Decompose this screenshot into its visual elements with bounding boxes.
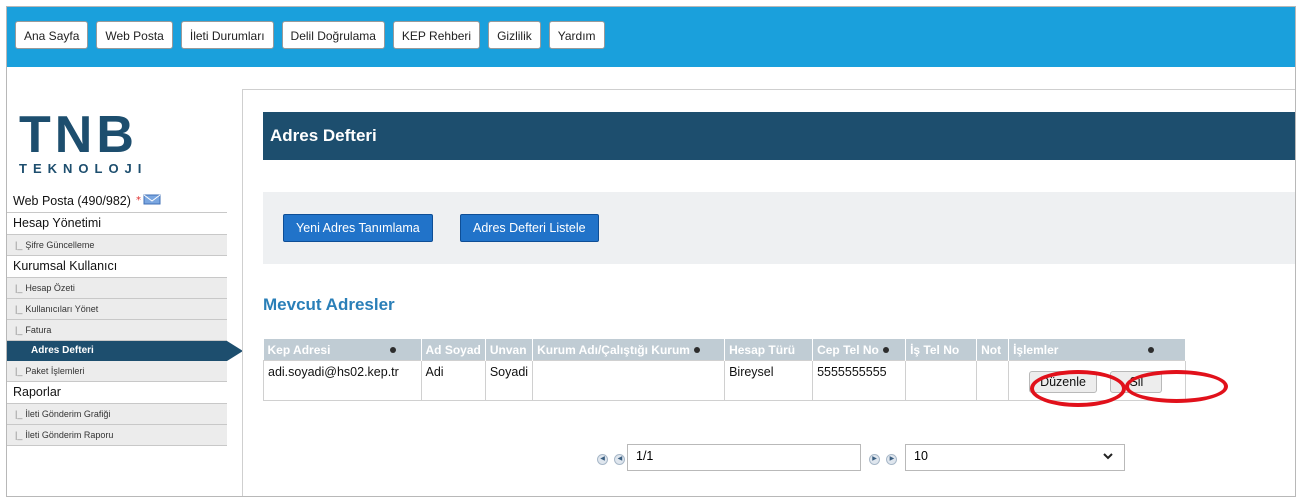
action-panel: Yeni Adres Tanımlama Adres Defteri Liste…: [263, 192, 1295, 264]
chevron-down-icon: [1102, 450, 1114, 465]
main-content: Adres Defteri Yeni Adres Tanımlama Adres…: [242, 89, 1295, 496]
app-frame: Ana Sayfa Web Posta İleti Durumları Deli…: [6, 6, 1296, 497]
prev-page-icon[interactable]: ◀: [614, 454, 626, 466]
sidebar-item-fatura[interactable]: |_ Fatura: [7, 320, 227, 341]
col-header-ad[interactable]: Ad Soyad: [421, 339, 486, 361]
sidebar-item-kullanicilari-yonet[interactable]: |_ Kullanıcıları Yönet: [7, 299, 227, 320]
tree-branch-icon: |_: [15, 240, 23, 250]
highlight-circle-delete: [1125, 370, 1228, 403]
highlight-circle-edit: [1030, 370, 1126, 407]
col-header-kurum[interactable]: Kurum Adı/Çalıştığı Kurum: [532, 339, 726, 361]
sort-icon[interactable]: [390, 347, 397, 354]
nav-web-posta[interactable]: Web Posta: [96, 21, 173, 49]
top-nav: Ana Sayfa Web Posta İleti Durumları Deli…: [15, 21, 605, 49]
sidebar-item-label: Hesap Özeti: [25, 283, 75, 293]
left-panel: TNB TEKNOLOJI Web Posta (490/982) * Hesa…: [7, 67, 243, 496]
sidebar-item-kurumsal[interactable]: Kurumsal Kullanıcı: [7, 256, 227, 278]
col-header-kep[interactable]: Kep Adresi: [263, 339, 422, 361]
tree-branch-icon: |_: [15, 430, 23, 440]
nav-kep-rehberi[interactable]: KEP Rehberi: [392, 21, 481, 49]
sidebar-item-adres-defteri[interactable]: Adres Defteri: [7, 341, 243, 361]
sidebar-item-ileti-grafigi[interactable]: |_ İleti Gönderim Grafiği: [7, 404, 227, 425]
cell-cep: 5555555555: [812, 360, 907, 401]
sidebar-item-paket-islemleri[interactable]: |_ Paket İşlemleri: [7, 361, 227, 382]
sidebar-item-label: Web Posta (490/982): [13, 194, 131, 208]
tree-branch-icon: |_: [15, 304, 23, 314]
page-title: Adres Defteri: [270, 126, 377, 145]
nav-ana-sayfa[interactable]: Ana Sayfa: [15, 21, 89, 49]
cell-hesap: Bireysel: [724, 360, 814, 401]
cell-is: [905, 360, 978, 401]
sidebar-item-label: İleti Gönderim Raporu: [25, 430, 114, 440]
sidebar-item-label: Şifre Güncelleme: [25, 240, 95, 250]
page-size-value: 10: [914, 449, 928, 463]
cell-ad: Adi: [420, 360, 486, 401]
col-header-cep[interactable]: Cep Tel No: [812, 339, 907, 361]
svg-text:*: *: [136, 195, 141, 205]
nav-yardim[interactable]: Yardım: [548, 21, 605, 49]
page-title-bar: Adres Defteri: [263, 112, 1295, 160]
sidebar-menu: Web Posta (490/982) * Hesap Yönetimi |_ Ş…: [7, 191, 243, 446]
active-pointer-icon: [227, 341, 243, 361]
new-mail-icon: *: [136, 191, 162, 212]
cell-kep: adi.soyadi@hs02.kep.tr: [263, 360, 422, 401]
pager-prev: ◀ ◀: [597, 451, 627, 469]
tree-branch-icon: |_: [15, 325, 23, 335]
sidebar-item-label: Kullanıcıları Yönet: [25, 304, 99, 314]
col-header-is[interactable]: İş Tel No: [905, 339, 978, 361]
sort-icon[interactable]: [693, 347, 700, 354]
nav-delil-dogrulama[interactable]: Delil Doğrulama: [281, 21, 385, 49]
section-title: Mevcut Adresler: [263, 295, 395, 314]
col-header-hesap[interactable]: Hesap Türü: [724, 339, 814, 361]
cell-kurum: [532, 360, 726, 401]
tree-branch-icon: |_: [15, 409, 23, 419]
col-header-islemler[interactable]: İşlemler: [1008, 339, 1187, 361]
table-header-row: Kep Adresi Ad Soyad Unvan Kurum Adı/Çalı…: [263, 339, 1187, 361]
page-input[interactable]: 1/1: [627, 444, 861, 471]
col-header-unvan[interactable]: Unvan: [485, 339, 534, 361]
nav-gizlilik[interactable]: Gizlilik: [488, 21, 541, 49]
last-page-icon[interactable]: ▶: [886, 454, 898, 466]
next-page-icon[interactable]: ▶: [869, 454, 880, 466]
sidebar-item-webposta[interactable]: Web Posta (490/982) *: [7, 191, 227, 213]
sidebar-item-label: Fatura: [25, 325, 52, 335]
logo-text: TEKNOLOJI: [19, 161, 148, 176]
first-page-icon[interactable]: ◀: [597, 454, 608, 466]
sidebar-item-label: Paket İşlemleri: [25, 366, 85, 376]
sort-icon[interactable]: [882, 347, 889, 354]
sidebar-item-raporlar[interactable]: Raporlar: [7, 382, 227, 404]
cell-unvan: Soyadi: [484, 360, 534, 401]
sidebar-item-hesap-yonetimi[interactable]: Hesap Yönetimi: [7, 213, 227, 235]
pager-next: ▶ ▶: [869, 451, 899, 469]
tree-branch-icon: |_: [15, 366, 23, 376]
sort-icon[interactable]: [1148, 347, 1155, 354]
logo: TNB TEKNOLOJI: [19, 109, 147, 176]
nav-ileti-durumlari[interactable]: İleti Durumları: [180, 21, 274, 49]
top-navigation-bar: Ana Sayfa Web Posta İleti Durumları Deli…: [7, 7, 1295, 67]
page-size-select[interactable]: 10: [905, 444, 1125, 471]
new-address-button[interactable]: Yeni Adres Tanımlama: [283, 214, 433, 242]
col-header-not[interactable]: Not: [976, 339, 1010, 361]
cell-not: [976, 360, 1010, 401]
sidebar-item-label: İleti Gönderim Grafiği: [25, 409, 111, 419]
sidebar-item-ileti-raporu[interactable]: |_ İleti Gönderim Raporu: [7, 425, 227, 446]
sidebar-item-label: Adres Defteri: [31, 345, 94, 356]
logo-mark: TNB: [19, 106, 138, 164]
sidebar-item-sifre-guncelleme[interactable]: |_ Şifre Güncelleme: [7, 235, 227, 256]
list-addresses-button[interactable]: Adres Defteri Listele: [460, 214, 599, 242]
sidebar-item-hesap-ozeti[interactable]: |_ Hesap Özeti: [7, 278, 227, 299]
tree-branch-icon: |_: [15, 283, 23, 293]
